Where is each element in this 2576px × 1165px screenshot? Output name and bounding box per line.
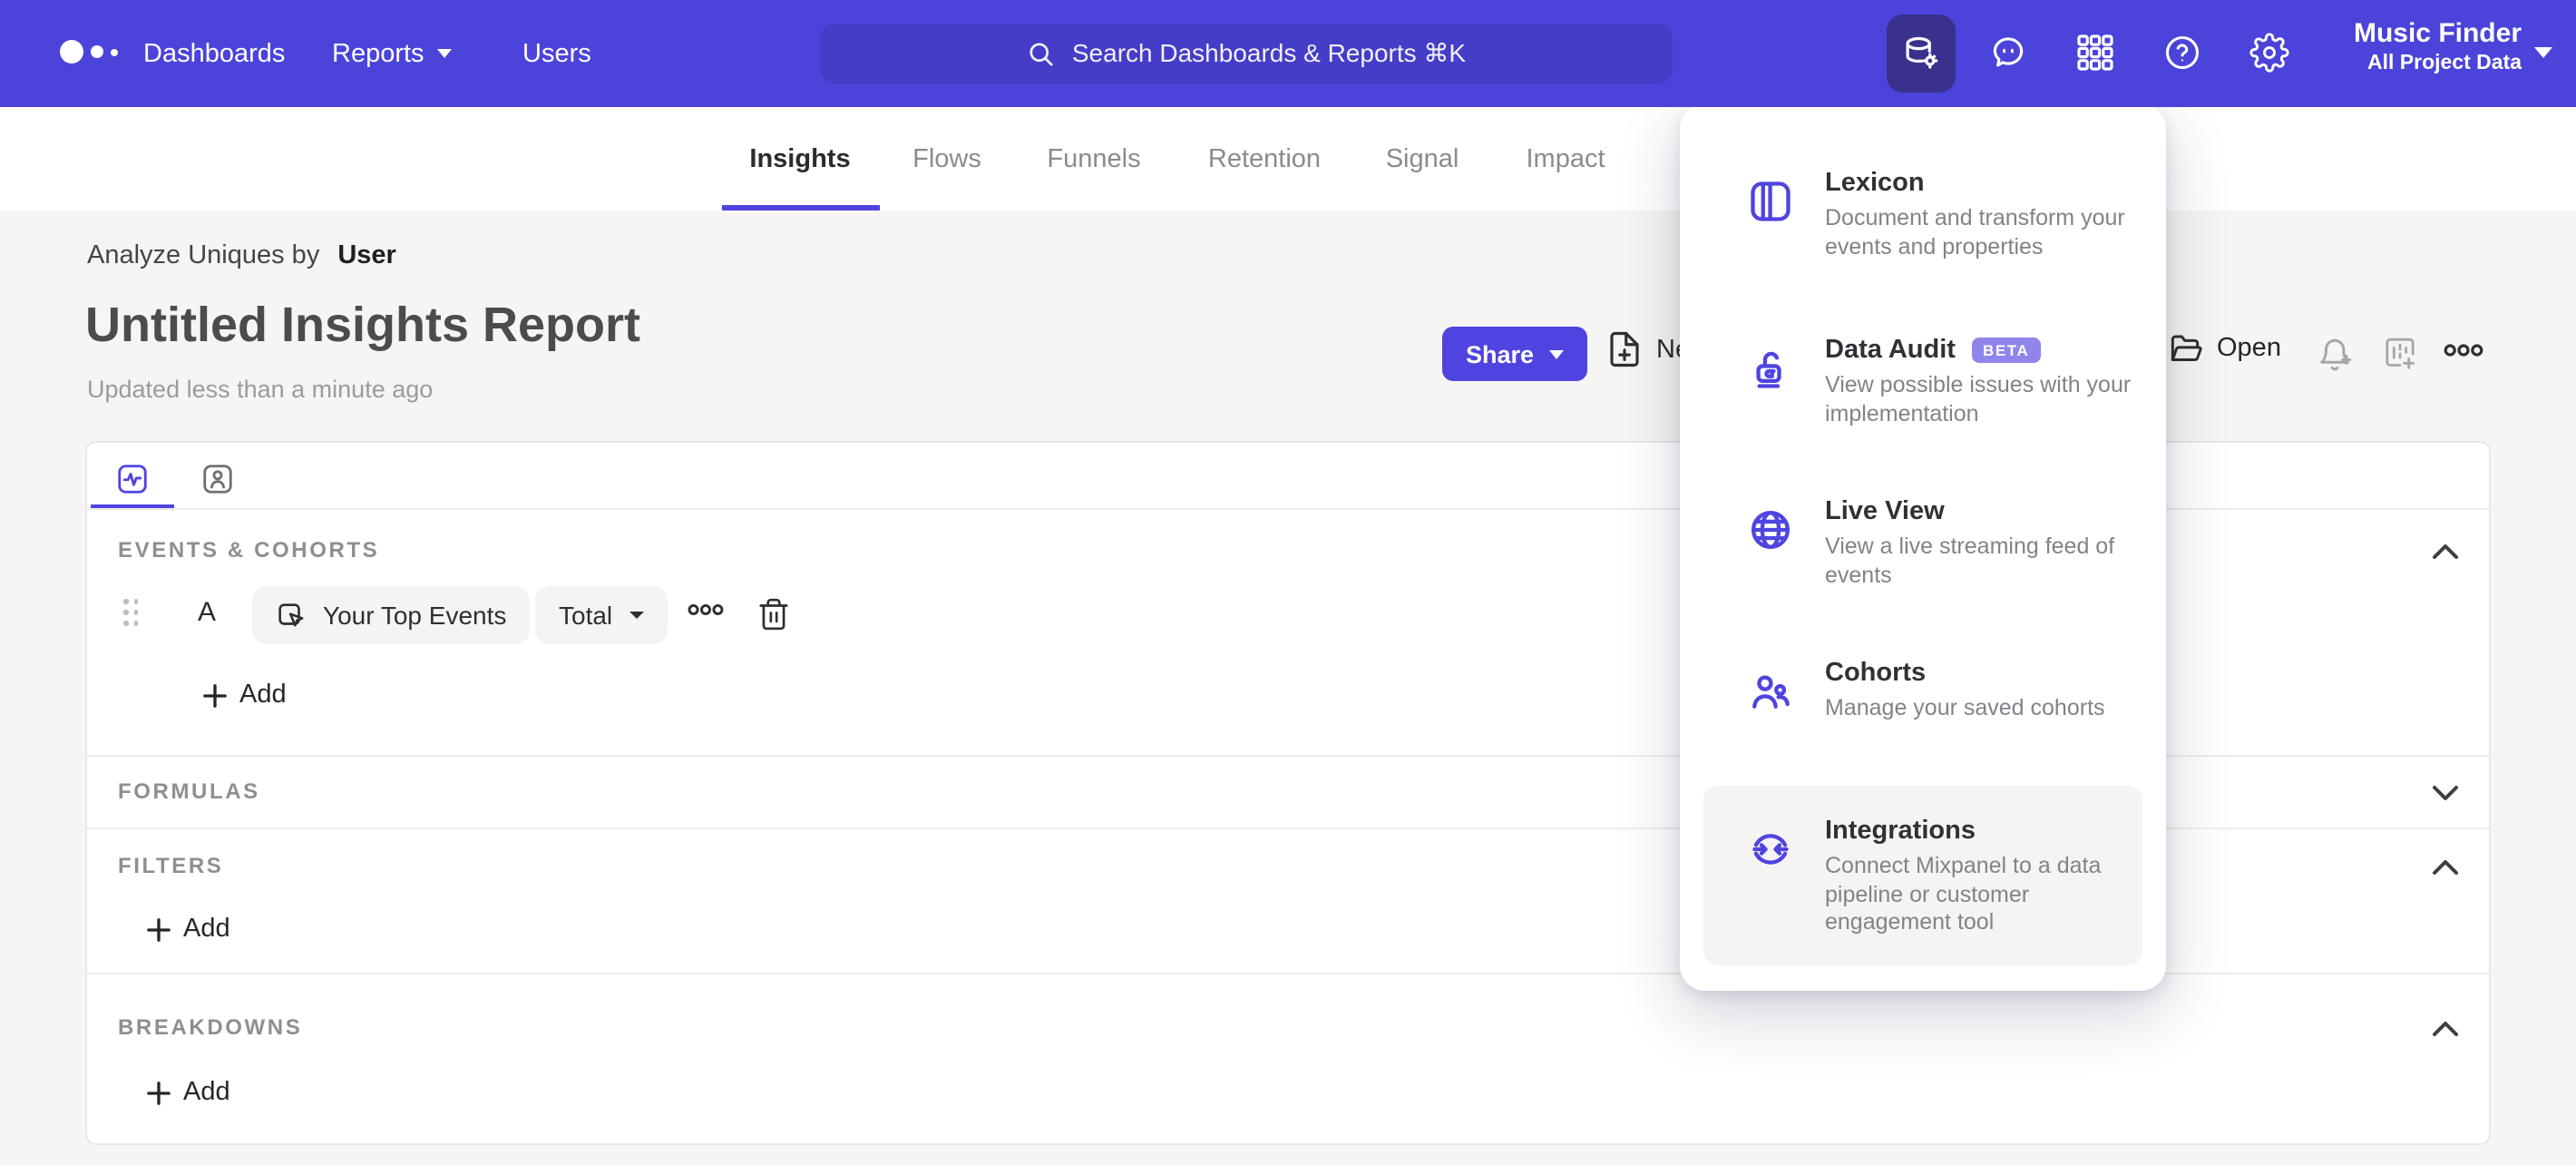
search-placeholder: Search Dashboards & Reports ⌘K xyxy=(1071,38,1467,67)
share-label: Share xyxy=(1466,340,1535,367)
project-selector[interactable]: Music Finder All Project Data xyxy=(2308,16,2522,78)
delete-row-icon[interactable] xyxy=(756,595,791,633)
event-selector[interactable]: Your Top Events xyxy=(252,586,531,644)
plus-icon xyxy=(147,1081,171,1104)
project-name: Music Finder xyxy=(2353,18,2522,49)
collapse-events-icon[interactable] xyxy=(2431,543,2460,561)
event-row-letter: A xyxy=(198,597,217,628)
search-icon xyxy=(1029,42,1053,65)
menu-item-cohorts[interactable]: Cohorts Manage your saved cohorts xyxy=(1747,659,2152,723)
menu-item-desc: Manage your saved cohorts xyxy=(1825,695,2105,720)
drag-handle[interactable] xyxy=(123,599,138,630)
add-label: Add xyxy=(239,680,287,710)
collapse-breakdowns-icon[interactable] xyxy=(2431,1020,2460,1038)
database-gear-icon xyxy=(1905,36,1937,69)
menu-item-integrations[interactable]: Integrations Connect Mixpanel to a data … xyxy=(1703,786,2142,965)
beta-badge: BETA xyxy=(1971,338,2041,363)
more-options-icon[interactable] xyxy=(2444,343,2483,357)
open-report-button[interactable]: Open xyxy=(2168,330,2281,367)
menu-item-title: Data Audit BETA xyxy=(1825,336,2179,365)
nav-item-dashboards[interactable]: Dashboards xyxy=(143,0,285,107)
menu-item-desc: View possible issues with your implement… xyxy=(1825,372,2132,426)
menu-item-title: Integrations xyxy=(1825,817,1976,846)
events-cohorts-header: EVENTS & COHORTS xyxy=(118,537,380,563)
tab-impact[interactable]: Impact xyxy=(1526,145,1605,174)
tab-signal[interactable]: Signal xyxy=(1386,145,1459,174)
feedback-icon[interactable] xyxy=(1988,33,2028,73)
add-filter-button[interactable]: Add xyxy=(147,915,230,944)
add-label: Add xyxy=(183,1078,230,1107)
metrics-tab-icon[interactable] xyxy=(116,463,149,495)
menu-item-desc: View a live streaming feed of events xyxy=(1825,534,2115,587)
alert-bell-plus-icon[interactable] xyxy=(2317,334,2355,376)
collapse-filters-icon[interactable] xyxy=(2431,858,2460,876)
help-icon[interactable] xyxy=(2162,33,2202,73)
menu-item-title: Cohorts xyxy=(1825,659,1927,688)
add-event-button[interactable]: Add xyxy=(203,680,287,710)
menu-item-title: Lexicon xyxy=(1825,169,1925,198)
settings-gear-icon[interactable] xyxy=(2249,33,2289,73)
analyze-label: Analyze Uniques by xyxy=(87,241,320,270)
add-label: Add xyxy=(183,915,230,944)
menu-item-lexicon[interactable]: Lexicon Document and transform your even… xyxy=(1747,169,2130,261)
tab-funnels[interactable]: Funnels xyxy=(1047,145,1140,174)
nav-item-label: Reports xyxy=(332,39,424,68)
nav-item-users[interactable]: Users xyxy=(522,0,591,107)
menu-item-desc: Document and transform your events and p… xyxy=(1825,205,2125,259)
analyze-value-dropdown[interactable]: User xyxy=(337,241,396,270)
tab-retention[interactable]: Retention xyxy=(1208,145,1321,174)
updated-timestamp: Updated less than a minute ago xyxy=(87,376,434,403)
share-button[interactable]: Share xyxy=(1442,327,1587,381)
expand-formulas-icon[interactable] xyxy=(2431,784,2460,802)
add-to-board-icon[interactable] xyxy=(2382,334,2418,374)
chevron-down-icon xyxy=(1548,349,1564,358)
menu-item-desc: Connect Mixpanel to a data pipeline or c… xyxy=(1825,853,2102,935)
report-tabs: Insights Flows Funnels Retention Signal … xyxy=(0,107,2576,210)
tab-flows[interactable]: Flows xyxy=(912,145,981,174)
page-title[interactable]: Untitled Insights Report xyxy=(85,298,640,354)
cohorts-people-icon xyxy=(1752,675,1790,709)
menu-item-live-view[interactable]: Live View View a live streaming feed of … xyxy=(1747,497,2179,590)
chevron-down-icon xyxy=(629,612,644,619)
lexicon-icon xyxy=(1751,181,1791,221)
data-audit-lock-icon xyxy=(1756,351,1781,388)
analyze-uniques-row: Analyze Uniques by User xyxy=(87,241,396,270)
mixpanel-logo-icon[interactable] xyxy=(54,36,134,73)
open-label: Open xyxy=(2217,334,2281,363)
project-scope: All Project Data xyxy=(2367,53,2522,74)
metric-selector[interactable]: Total xyxy=(535,586,668,644)
tab-insights[interactable]: Insights xyxy=(749,145,850,174)
search-input[interactable]: Search Dashboards & Reports ⌘K xyxy=(820,24,1673,83)
top-nav: Dashboards Reports Users Search Dashboar… xyxy=(0,0,2576,107)
integrations-sync-icon xyxy=(1752,834,1789,865)
nav-item-reports[interactable]: Reports xyxy=(332,0,452,107)
data-management-dropdown: Lexicon Document and transform your even… xyxy=(1680,103,2166,991)
profiles-tab-icon[interactable] xyxy=(201,463,234,495)
event-click-icon xyxy=(278,602,304,626)
live-view-globe-icon xyxy=(1751,510,1791,550)
nav-item-label: Dashboards xyxy=(143,39,286,68)
add-breakdown-button[interactable]: Add xyxy=(147,1078,230,1107)
nav-item-label: Users xyxy=(522,39,591,68)
plus-icon xyxy=(147,917,171,941)
apps-grid-icon[interactable] xyxy=(2075,33,2115,73)
mixpanel-app: Dashboards Reports Users Search Dashboar… xyxy=(0,0,2576,1165)
plus-icon xyxy=(203,683,227,707)
event-name: Your Top Events xyxy=(323,601,507,630)
formulas-header: FORMULAS xyxy=(118,778,260,804)
file-plus-icon xyxy=(1610,331,1639,367)
row-options-icon[interactable] xyxy=(688,602,724,617)
menu-item-data-audit[interactable]: Data Audit BETA View possible issues wit… xyxy=(1747,336,2179,428)
menu-item-title: Live View xyxy=(1825,497,1945,526)
content-area: Analyze Uniques by User Untitled Insight… xyxy=(0,210,2576,1165)
breakdowns-header: BREAKDOWNS xyxy=(118,1014,303,1040)
filters-header: FILTERS xyxy=(118,853,224,878)
menu-item-integrations-content: Integrations Connect Mixpanel to a data … xyxy=(1747,817,2152,937)
data-management-button[interactable] xyxy=(1887,15,1956,93)
chevron-down-icon xyxy=(2534,47,2552,58)
chevron-down-icon xyxy=(436,49,452,58)
metric-name: Total xyxy=(559,601,613,630)
